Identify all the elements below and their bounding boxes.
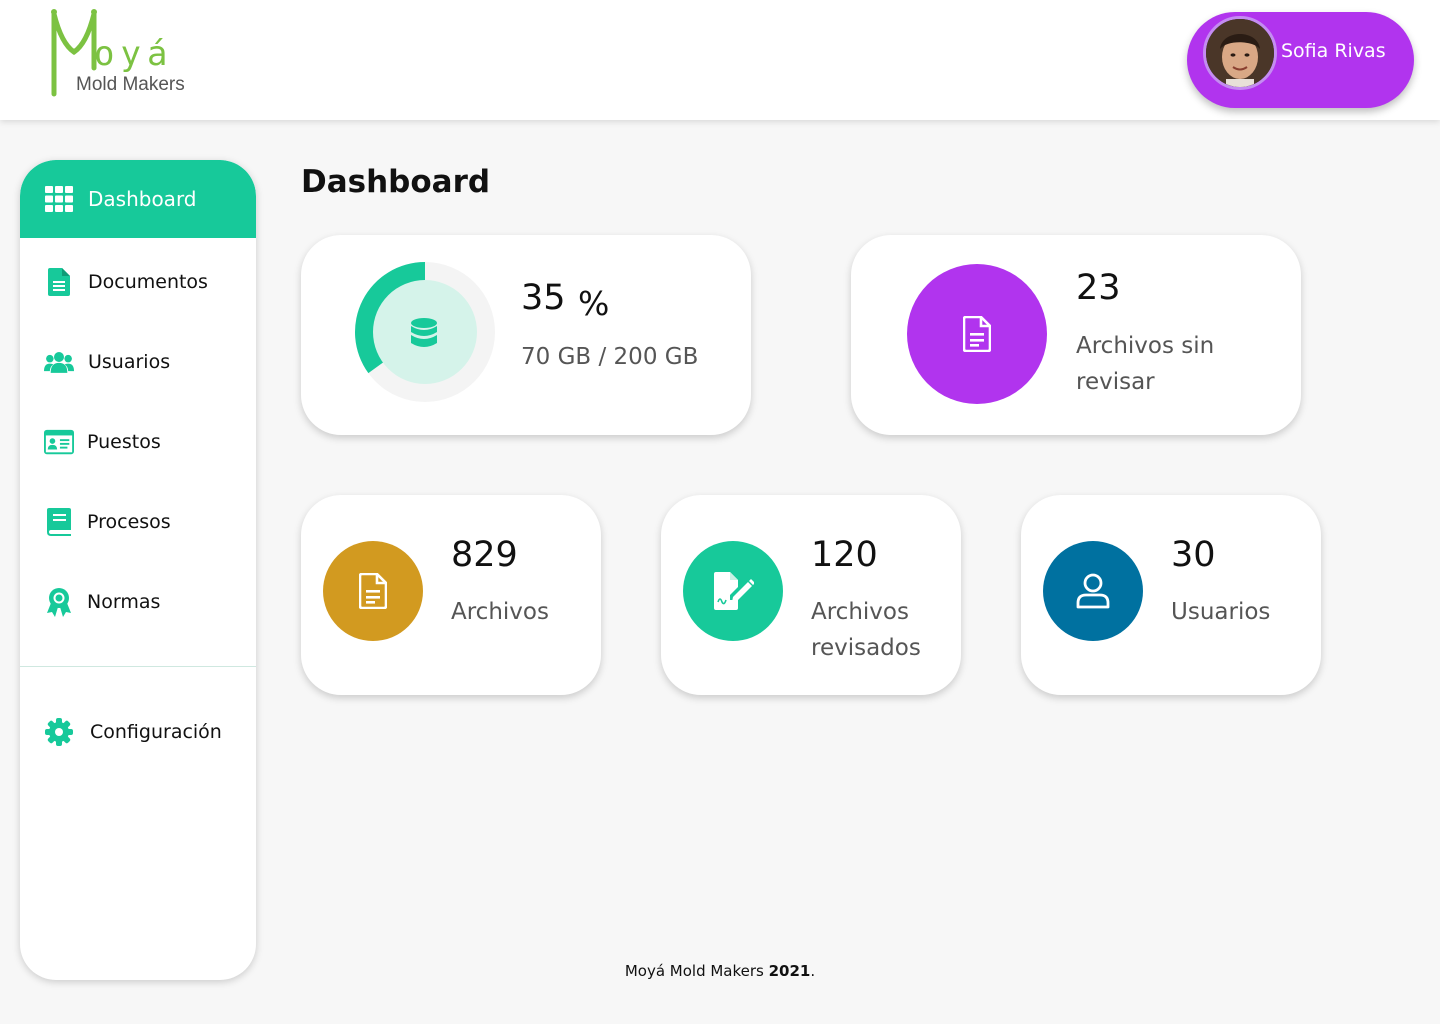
sidebar-item-label: Procesos (87, 511, 171, 533)
storage-percent-value: 35 (521, 278, 566, 318)
files-label: Archivos (451, 599, 549, 625)
files-icon-circle (323, 541, 423, 641)
user-name: Sofia Rivas (1281, 40, 1386, 62)
users-icon-circle (1043, 541, 1143, 641)
sidebar-item-documentos[interactable]: Documentos (20, 243, 256, 321)
sidebar-item-procesos[interactable]: Procesos (20, 483, 256, 561)
users-count: 30 (1171, 535, 1216, 575)
logo[interactable]: oyá Mold Makers (46, 8, 196, 100)
book-icon (44, 507, 74, 537)
sidebar-divider (20, 666, 256, 667)
users-label: Usuarios (1171, 599, 1271, 625)
page-title: Dashboard (301, 164, 491, 200)
sidebar: Dashboard Documentos Usuarios Puestos Pr… (20, 160, 256, 980)
storage-percent-sign: % (578, 284, 610, 323)
file-signature-icon (714, 572, 754, 610)
reviewed-files-card[interactable]: 120 Archivos revisados (661, 495, 961, 695)
database-icon (411, 318, 437, 347)
reviewed-icon-circle (683, 541, 783, 641)
sidebar-item-dashboard[interactable]: Dashboard (20, 160, 256, 238)
sidebar-item-label: Configuración (90, 721, 222, 743)
document-icon (44, 267, 74, 297)
sidebar-item-configuracion[interactable]: Configuración (20, 693, 256, 771)
user-avatar (1203, 16, 1277, 90)
user-icon (1076, 573, 1110, 609)
top-bar: oyá Mold Makers Sofia Rivas (0, 0, 1440, 120)
files-card[interactable]: 829 Archivos (301, 495, 601, 695)
sidebar-item-label: Documentos (88, 271, 208, 293)
users-icon (44, 347, 74, 377)
sidebar-item-label: Puestos (87, 431, 161, 453)
sidebar-item-label: Dashboard (88, 187, 197, 211)
unreviewed-label: Archivos sin revisar (1076, 333, 1215, 395)
logo-subtitle: Mold Makers (76, 74, 185, 95)
storage-detail: 70 GB / 200 GB (521, 344, 699, 370)
reviewed-count: 120 (811, 535, 878, 575)
document-icon (359, 573, 387, 609)
document-icon (963, 316, 991, 352)
sidebar-item-puestos[interactable]: Puestos (20, 403, 256, 481)
grid-icon (44, 184, 74, 214)
id-card-icon (44, 427, 74, 457)
gear-icon (44, 717, 74, 747)
sidebar-item-label: Normas (87, 591, 161, 613)
footer-year: 2021 (768, 962, 811, 980)
award-icon (44, 587, 74, 617)
sidebar-item-label: Usuarios (88, 351, 171, 373)
storage-card[interactable]: 35 % 70 GB / 200 GB (301, 235, 751, 435)
unreviewed-count: 23 (1076, 268, 1121, 308)
unreviewed-icon-circle (907, 264, 1047, 404)
unreviewed-files-card[interactable]: 23 Archivos sin revisar (851, 235, 1301, 435)
reviewed-label: Archivos revisados (811, 599, 921, 661)
sidebar-item-normas[interactable]: Normas (20, 563, 256, 641)
sidebar-item-usuarios[interactable]: Usuarios (20, 323, 256, 401)
footer-suffix: . (810, 962, 816, 980)
footer-text: Moyá Mold Makers (624, 962, 769, 980)
files-count: 829 (451, 535, 518, 575)
user-menu-button[interactable]: Sofia Rivas (1187, 12, 1414, 108)
users-card[interactable]: 30 Usuarios (1021, 495, 1321, 695)
footer: Moyá Mold Makers 2021. (0, 962, 1440, 980)
logo-brand: oyá (94, 34, 174, 74)
